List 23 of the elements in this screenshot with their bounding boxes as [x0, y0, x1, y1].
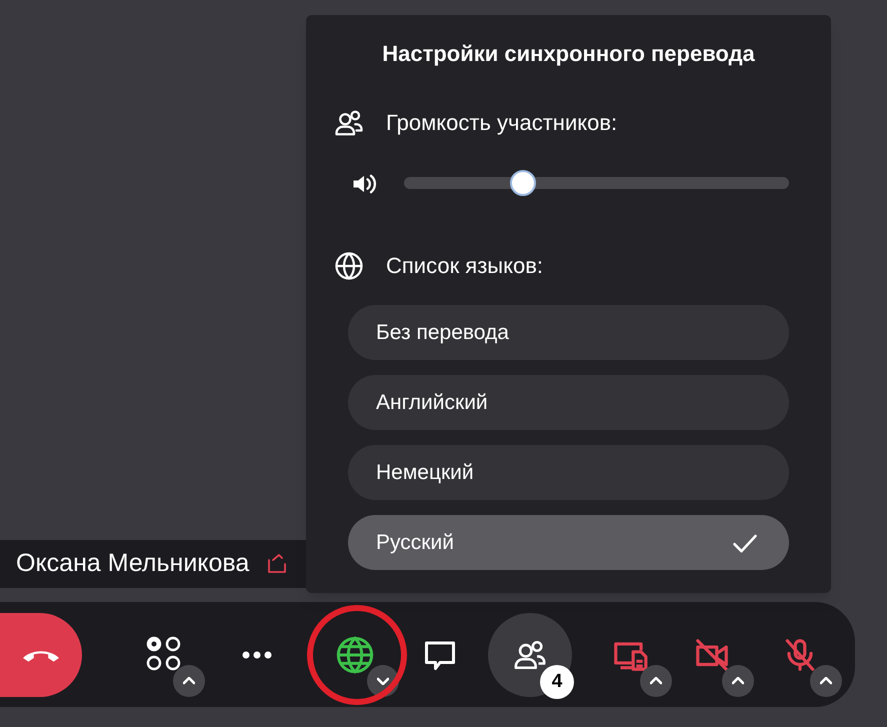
hang-up-button[interactable] [0, 613, 82, 697]
people-icon [334, 108, 364, 138]
caret-icon [183, 677, 195, 685]
panel-title: Настройки синхронного перевода [381, 40, 756, 68]
caret-button[interactable] [810, 665, 842, 697]
caret-button[interactable] [173, 665, 205, 697]
caret-icon [650, 677, 662, 685]
slider-thumb[interactable] [510, 170, 536, 196]
language-option[interactable]: Русский [348, 515, 789, 570]
section-label: Громкость участников: [386, 109, 618, 137]
language-option[interactable]: Немецкий [348, 445, 789, 500]
caret-icon [820, 677, 832, 685]
caret-button[interactable] [640, 665, 672, 697]
caret-button[interactable] [722, 665, 754, 697]
speaker-name: Оксана Мельникова [16, 548, 250, 580]
volume-slider[interactable] [404, 170, 789, 196]
section-label: Список языков: [386, 252, 544, 280]
participant-count: 4 [540, 665, 574, 699]
caret-icon [732, 677, 744, 685]
language-option[interactable]: Английский [348, 375, 789, 430]
language-option[interactable]: Без перевода [348, 305, 789, 360]
caret-icon [377, 677, 389, 685]
globe-icon [334, 250, 364, 280]
